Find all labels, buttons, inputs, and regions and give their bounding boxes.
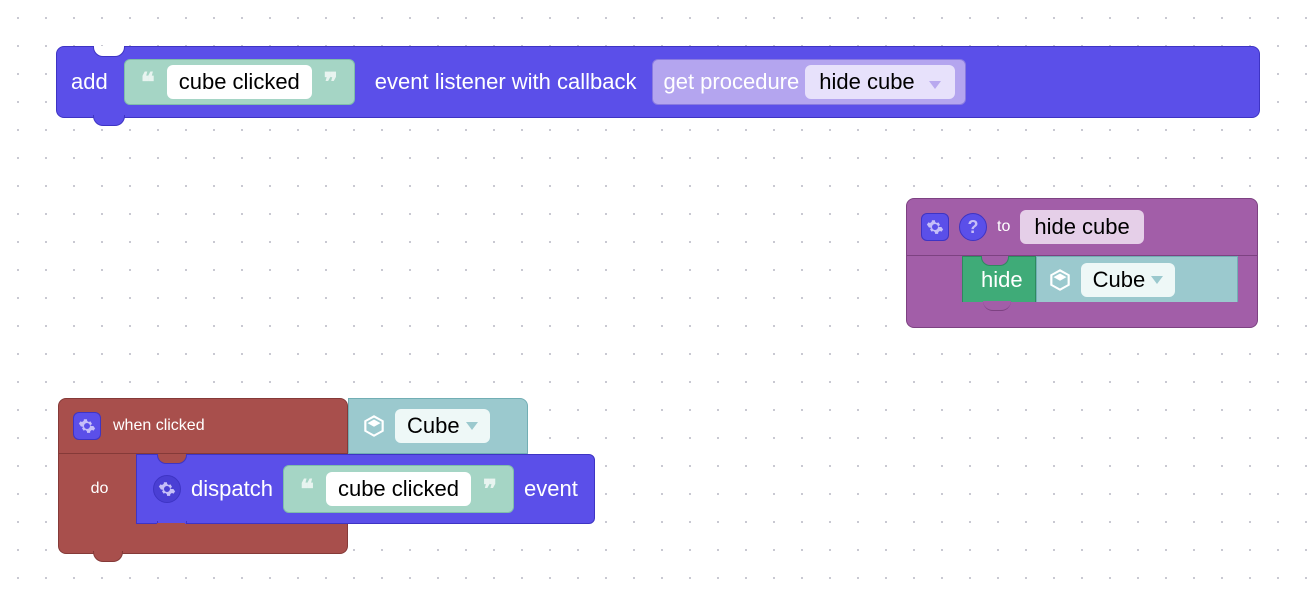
event-name-value[interactable]: cube clicked [326, 472, 471, 506]
open-quote-icon: ❝ [135, 67, 161, 98]
gear-icon[interactable] [921, 213, 949, 241]
to-label: to [997, 218, 1010, 236]
procedure-body-spine [906, 256, 962, 304]
procedure-name-value: hide cube [819, 69, 914, 94]
do-label: do [91, 480, 109, 498]
gear-icon[interactable] [73, 412, 101, 440]
when-clicked-block[interactable]: when clicked Cube do dispatch ❝ cube cli… [58, 398, 758, 558]
procedure-footer [906, 302, 1258, 328]
object-name-value: Cube [407, 413, 460, 439]
event-listener-label: event listener with callback [375, 69, 637, 95]
event-name-string-block[interactable]: ❝ cube clicked ❞ [124, 59, 355, 105]
procedure-name-dropdown[interactable]: hide cube [805, 65, 955, 99]
procedure-definition-block[interactable]: ? to hide cube hide Cube [906, 198, 1258, 328]
object-dropdown[interactable]: Cube [1081, 263, 1176, 297]
get-procedure-label: get procedure [663, 69, 799, 95]
cube-icon [1047, 267, 1073, 293]
event-name-value[interactable]: cube clicked [167, 65, 312, 99]
help-icon[interactable]: ? [959, 213, 987, 241]
gear-icon[interactable] [153, 475, 181, 503]
object-dropdown[interactable]: Cube [395, 409, 490, 443]
close-quote-icon: ❞ [477, 474, 503, 505]
when-footer [58, 524, 348, 554]
procedure-body-right [1238, 256, 1258, 304]
add-label: add [71, 69, 108, 95]
hide-block[interactable]: hide [962, 256, 1036, 304]
dispatch-event-block[interactable]: dispatch ❝ cube clicked ❞ event [136, 454, 595, 524]
get-procedure-block[interactable]: get procedure hide cube [652, 59, 965, 105]
open-quote-icon: ❝ [294, 474, 320, 505]
chevron-down-icon [466, 422, 478, 430]
dispatch-label: dispatch [191, 476, 273, 502]
hide-label: hide [981, 267, 1023, 293]
when-clicked-label: when clicked [113, 417, 205, 435]
procedure-name-field[interactable]: hide cube [1020, 210, 1143, 244]
add-event-listener-block[interactable]: add ❝ cube clicked ❞ event listener with… [56, 46, 1260, 118]
event-suffix-label: event [524, 476, 578, 502]
procedure-name-text: hide cube [1034, 214, 1129, 239]
do-label-spine: do [58, 454, 136, 524]
object-reference-block[interactable]: Cube [1036, 256, 1238, 304]
object-reference-block[interactable]: Cube [348, 398, 528, 454]
object-name-value: Cube [1093, 267, 1146, 293]
close-quote-icon: ❞ [318, 67, 344, 98]
chevron-down-icon [1151, 276, 1163, 284]
procedure-header[interactable]: ? to hide cube [906, 198, 1258, 256]
cube-icon [361, 413, 387, 439]
chevron-down-icon [929, 81, 941, 89]
event-name-string-block[interactable]: ❝ cube clicked ❞ [283, 465, 514, 513]
when-clicked-header[interactable]: when clicked [58, 398, 348, 454]
